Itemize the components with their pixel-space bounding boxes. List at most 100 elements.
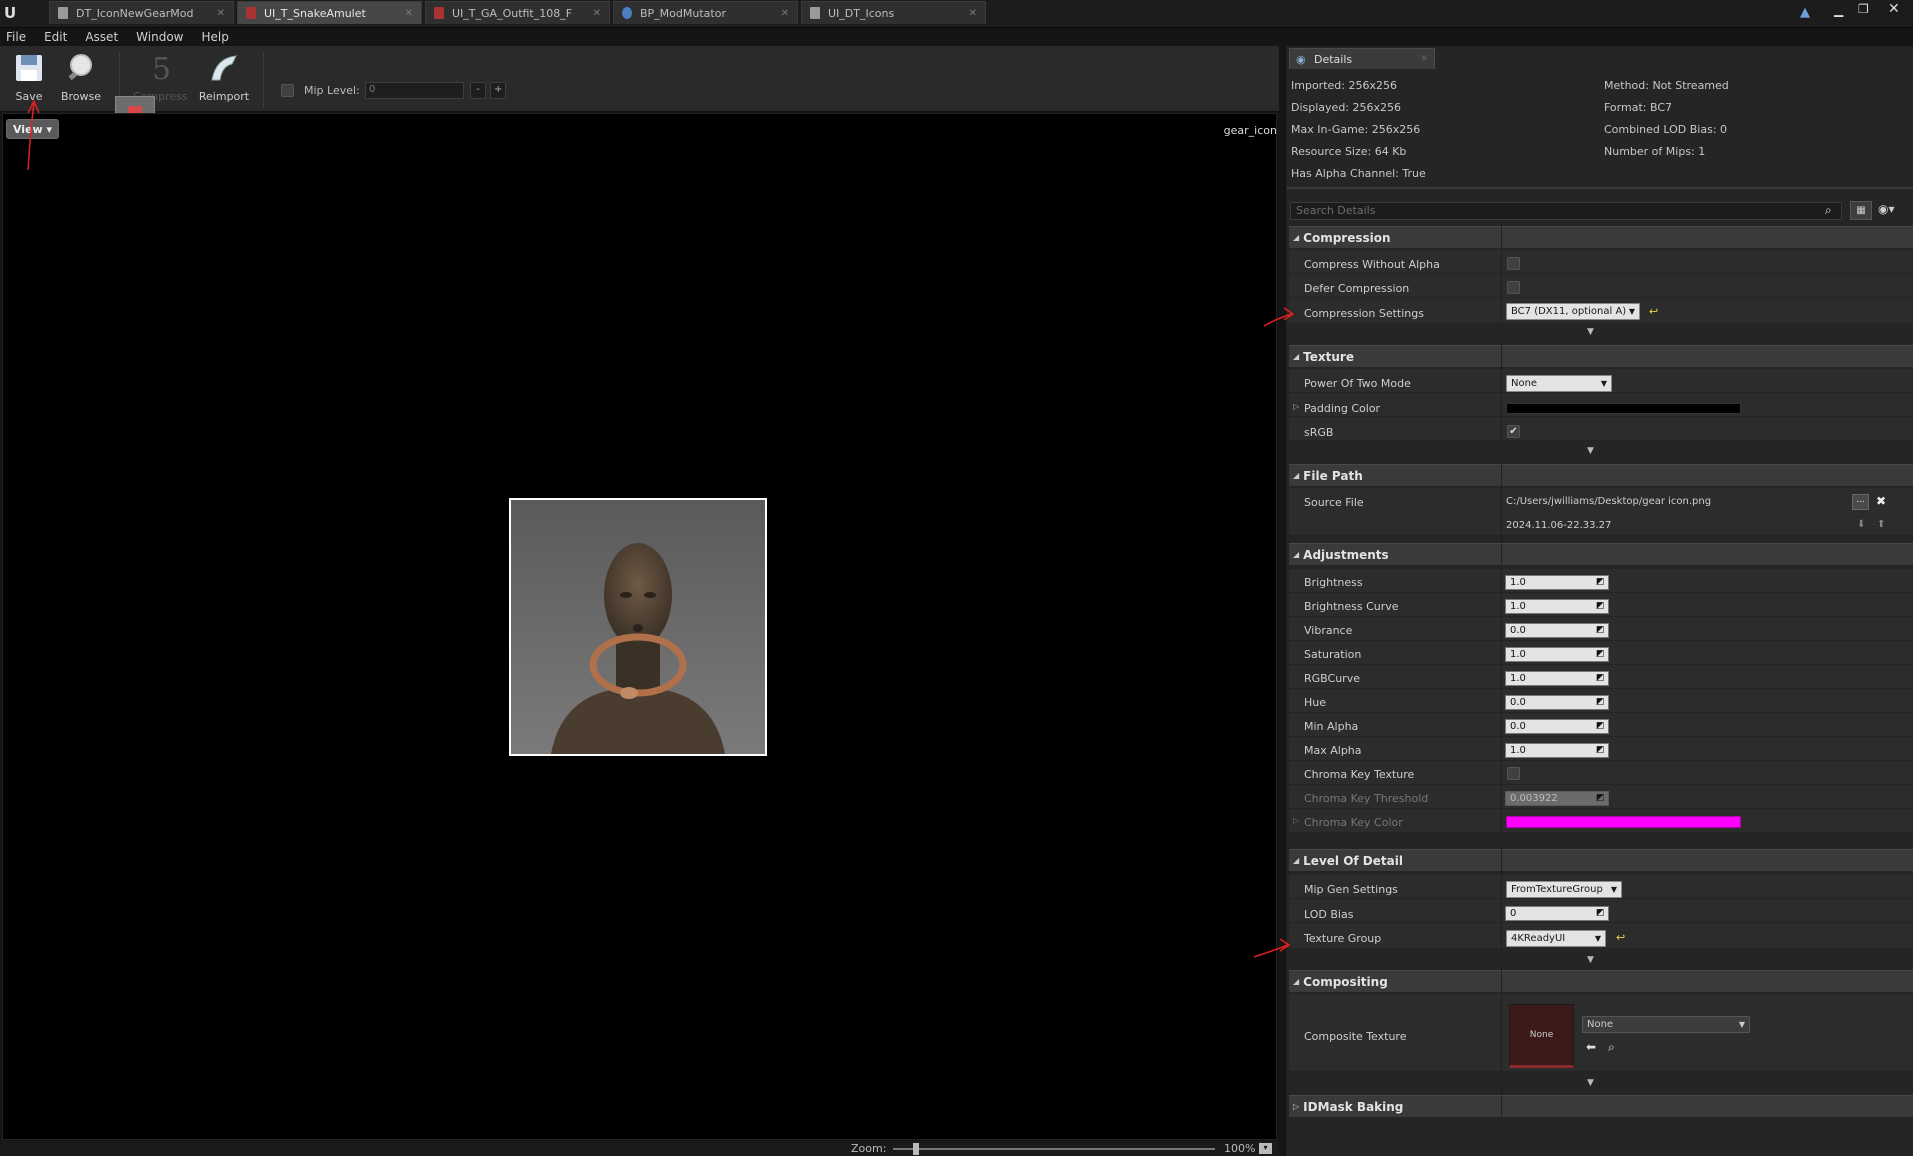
zoom-slider-handle[interactable] [913,1143,919,1155]
upload-arrow-icon[interactable]: ⬆ [1877,519,1885,530]
chroma-key-texture-checkbox[interactable] [1507,767,1520,780]
composite-texture-thumbnail[interactable]: None [1509,1004,1574,1068]
texture-group-combo[interactable]: 4KReadyUI ▼ [1506,930,1606,947]
visibility-eye-icon[interactable]: ◉▾ [1878,202,1895,216]
tab-dt-iconnewgearmod[interactable]: DT_IconNewGearMod ✕ [49,1,234,24]
compression-settings-combo[interactable]: BC7 (DX11, optional A) ▼ [1506,303,1640,320]
category-texture[interactable]: ◢ Texture [1289,345,1913,367]
menu-edit[interactable]: Edit [44,30,67,44]
zoom-dropdown[interactable]: ▾ [1259,1143,1272,1154]
lod-bias-field[interactable]: 0 ◩ [1505,906,1609,921]
advanced-expander-icon[interactable]: ▼ [1587,955,1594,965]
zoom-slider-track[interactable] [893,1148,1215,1150]
tab-ui-t-ga-outfit[interactable]: UI_T_GA_Outfit_108_F ✕ [425,1,610,24]
menu-window[interactable]: Window [136,30,183,44]
close-icon[interactable]: ✕ [217,8,225,19]
browse-file-button[interactable]: ... [1852,494,1869,510]
category-idmask-baking[interactable]: ▷ IDMask Baking [1289,1095,1913,1117]
chroma-key-threshold-value: 0.003922 [1510,793,1558,804]
rgbcurve-value: 1.0 [1510,673,1526,684]
advanced-expander-icon[interactable]: ▼ [1587,446,1594,456]
label-brightness: Brightness [1304,576,1363,589]
category-compositing[interactable]: ◢ Compositing [1289,970,1913,992]
texture-icon [434,7,444,19]
mip-minus-button[interactable]: - [470,82,486,99]
max-alpha-value: 1.0 [1510,745,1526,756]
mip-level-checkbox[interactable] [281,84,294,97]
reset-to-default-icon[interactable]: ↩ [1649,305,1658,318]
compress-without-alpha-checkbox[interactable] [1507,257,1520,270]
property-matrix-button[interactable]: ▦ [1850,201,1872,220]
mip-level-label: Mip Level: [304,84,360,97]
annotation-arrow [1253,938,1291,958]
spin-icon: ◩ [1596,793,1605,803]
category-title: File Path [1303,468,1363,483]
category-adjustments[interactable]: ◢ Adjustments [1289,543,1913,565]
close-window-icon[interactable]: ✕ [1888,1,1900,17]
close-icon[interactable]: ✕ [969,8,977,19]
brightness-curve-value: 1.0 [1510,601,1526,612]
srgb-checkbox[interactable]: ✔ [1507,425,1520,438]
mortarboard-icon[interactable]: ▲ [1800,5,1810,20]
reimport-button[interactable]: Reimport [196,50,252,110]
restore-icon[interactable]: ❐ [1858,2,1869,16]
tab-ui-t-snakeamulet[interactable]: UI_T_SnakeAmulet ✕ [237,1,422,24]
power-of-two-combo[interactable]: None ▼ [1506,375,1612,392]
min-alpha-value: 0.0 [1510,721,1526,732]
label-padding-color: Padding Color [1304,402,1381,415]
menu-file[interactable]: File [6,30,26,44]
label-power-of-two: Power Of Two Mode [1304,377,1411,390]
close-icon[interactable]: ✕ [781,8,789,19]
reset-to-default-icon[interactable]: ↩ [1616,931,1625,944]
close-icon[interactable]: ✕ [593,8,601,19]
menu-asset[interactable]: Asset [85,30,118,44]
row-srgb [1289,417,1913,441]
category-title: Level Of Detail [1303,853,1403,868]
mip-level-input[interactable]: 0 [365,82,464,99]
toolbar: Save Browse 5 Compress Reimport Mip Leve… [0,46,1279,134]
close-icon[interactable]: ✕ [1420,54,1428,64]
tab-bp-modmutator[interactable]: BP_ModMutator ✕ [613,1,798,24]
brightness-field[interactable]: 1.0 ◩ [1505,575,1609,590]
rgbcurve-field[interactable]: 1.0 ◩ [1505,671,1609,686]
mip-plus-button[interactable]: + [490,82,506,99]
category-level-of-detail[interactable]: ◢ Level Of Detail [1289,849,1913,871]
browse-button[interactable]: Browse [56,50,106,110]
search-details-input[interactable]: Search Details [1290,202,1842,220]
brightness-curve-field[interactable]: 1.0 ◩ [1505,599,1609,614]
hue-value: 0.0 [1510,697,1526,708]
mip-gen-settings-combo[interactable]: FromTextureGroup ▼ [1506,881,1622,898]
use-selected-arrow-icon[interactable]: ⬅ [1586,1040,1596,1054]
category-file-path[interactable]: ◢ File Path [1289,464,1913,486]
texture-preview [509,498,767,756]
advanced-expander-icon[interactable]: ▼ [1587,327,1594,337]
hue-field[interactable]: 0.0 ◩ [1505,695,1609,710]
expand-arrow-icon[interactable]: ▷ [1293,816,1299,825]
minimize-icon[interactable]: ▁ [1834,3,1843,17]
collapse-arrow-icon: ◢ [1293,550,1300,559]
saturation-field[interactable]: 1.0 ◩ [1505,647,1609,662]
composite-texture-combo[interactable]: None ▼ [1582,1016,1750,1033]
expand-arrow-icon[interactable]: ▷ [1293,402,1299,411]
download-arrow-icon[interactable]: ⬇ [1857,519,1865,530]
max-alpha-field[interactable]: 1.0 ◩ [1505,743,1609,758]
clear-file-icon[interactable]: ✖ [1876,494,1886,508]
defer-compression-checkbox[interactable] [1507,281,1520,294]
vibrance-field[interactable]: 0.0 ◩ [1505,623,1609,638]
collapse-arrow-icon: ◢ [1293,977,1300,986]
advanced-expander-icon[interactable]: ▼ [1587,1078,1594,1088]
min-alpha-field[interactable]: 0.0 ◩ [1505,719,1609,734]
info-resource-size: Resource Size: 64 Kb [1291,145,1407,158]
chroma-key-color-swatch[interactable] [1506,816,1741,828]
spin-icon: ◩ [1596,673,1605,683]
annotation-arrow [1263,307,1295,327]
details-tab[interactable]: ◉ Details ✕ [1289,48,1435,69]
close-icon[interactable]: ✕ [405,8,413,19]
category-compression[interactable]: ◢ Compression [1289,226,1913,248]
browse-asset-search-icon[interactable]: ⌕ [1608,1040,1615,1055]
menu-help[interactable]: Help [201,30,228,44]
tab-ui-dt-icons[interactable]: UI_DT_Icons ✕ [801,1,986,24]
padding-color-swatch[interactable] [1506,403,1741,414]
label-compress-without-alpha: Compress Without Alpha [1304,258,1440,271]
texture-name-label: gear_icon [1223,124,1277,137]
